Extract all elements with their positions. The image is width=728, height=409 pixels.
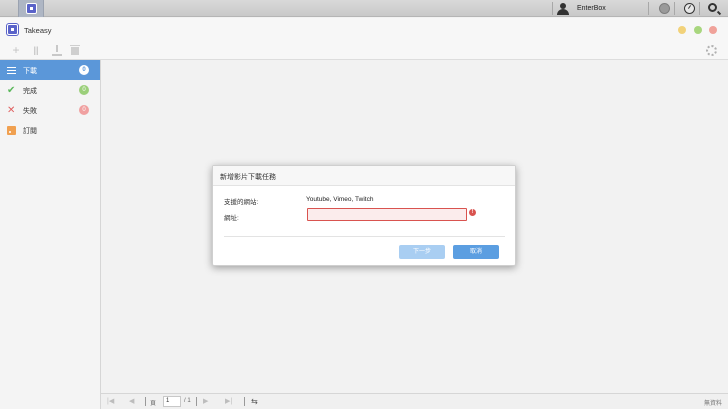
refresh-icon[interactable]: ⇆ <box>251 397 258 406</box>
pager-divider <box>196 397 197 406</box>
error-icon: ! <box>469 209 476 216</box>
page-label: 頁 <box>150 401 157 407</box>
toolbar: + || <box>0 40 728 60</box>
url-label: 網址: <box>224 215 239 222</box>
sidebar: 下載 0 ✔ 完成 0 ✕ 失敗 0 訂閱 <box>0 60 101 409</box>
dialog-header: 新增影片下載任務 <box>213 166 515 186</box>
minimize-button[interactable] <box>678 26 686 34</box>
pause-button[interactable]: || <box>30 44 42 56</box>
taskbar-divider <box>552 2 553 15</box>
sidebar-item-subscriptions[interactable]: 訂閱 <box>0 120 100 140</box>
next-page-icon[interactable]: ▶ <box>203 397 208 405</box>
count-badge: 0 <box>79 85 89 95</box>
first-page-icon[interactable]: |◀ <box>107 397 114 405</box>
add-task-button[interactable]: + <box>10 44 22 56</box>
check-icon: ✔ <box>7 85 16 96</box>
pager-divider <box>244 397 245 406</box>
supported-sites-value: Youtube, Vimeo, Twitch <box>306 196 374 203</box>
dialog-divider <box>224 236 505 237</box>
url-input[interactable] <box>307 208 467 221</box>
sidebar-item-label: 失敗 <box>23 108 37 115</box>
count-badge: 0 <box>79 65 89 75</box>
dashboard-icon[interactable] <box>684 3 695 14</box>
sidebar-item-label: 下載 <box>23 68 37 75</box>
page-number-input[interactable]: 1 <box>163 396 181 407</box>
last-page-icon[interactable]: ▶| <box>225 397 232 405</box>
add-video-task-dialog: 新增影片下載任務 支援的網站: Youtube, Vimeo, Twitch 網… <box>212 165 516 266</box>
maximize-button[interactable] <box>694 26 702 34</box>
pager-bar: |◀ ◀ 頁 1 / 1 ▶ ▶| ⇆ 無資料 <box>101 393 728 409</box>
list-icon <box>7 66 16 75</box>
rss-icon <box>7 126 16 135</box>
sidebar-item-downloading[interactable]: 下載 0 <box>0 60 100 80</box>
sidebar-item-label: 訂閱 <box>23 128 37 135</box>
username-label[interactable]: EnterBox <box>577 5 606 12</box>
plus-icon: + <box>12 43 20 57</box>
dialog-title: 新增影片下載任務 <box>220 174 276 181</box>
pager-divider <box>145 397 146 406</box>
delete-button[interactable] <box>69 44 81 56</box>
cancel-button[interactable]: 取消 <box>453 245 499 259</box>
taskbar-divider <box>699 2 700 15</box>
system-taskbar: EnterBox <box>0 0 728 17</box>
pause-icon: || <box>33 45 39 55</box>
sidebar-item-failed[interactable]: ✕ 失敗 0 <box>0 100 100 120</box>
takeasy-app-icon <box>26 3 37 14</box>
supported-sites-label: 支援的網站: <box>224 199 259 206</box>
window-titlebar: Takeasy <box>0 18 728 40</box>
search-icon[interactable] <box>708 3 717 12</box>
close-button[interactable] <box>709 26 717 34</box>
window-title: Takeasy <box>24 26 52 35</box>
sidebar-item-completed[interactable]: ✔ 完成 0 <box>0 80 100 100</box>
taskbar-divider <box>648 2 649 15</box>
user-icon[interactable] <box>557 3 569 15</box>
taskbar-divider <box>674 2 675 15</box>
sidebar-item-label: 完成 <box>23 88 37 95</box>
x-icon: ✕ <box>7 105 16 116</box>
settings-gear-icon[interactable] <box>706 45 717 56</box>
taskbar-app-button[interactable] <box>18 0 44 17</box>
page-total: / 1 <box>184 398 191 404</box>
app-logo-icon <box>7 24 18 35</box>
next-button[interactable]: 下一步 <box>399 245 445 259</box>
no-data-label: 無資料 <box>703 401 722 407</box>
count-badge: 0 <box>79 105 89 115</box>
download-button[interactable] <box>51 44 63 56</box>
notification-icon[interactable] <box>659 3 670 14</box>
prev-page-icon[interactable]: ◀ <box>129 397 134 405</box>
